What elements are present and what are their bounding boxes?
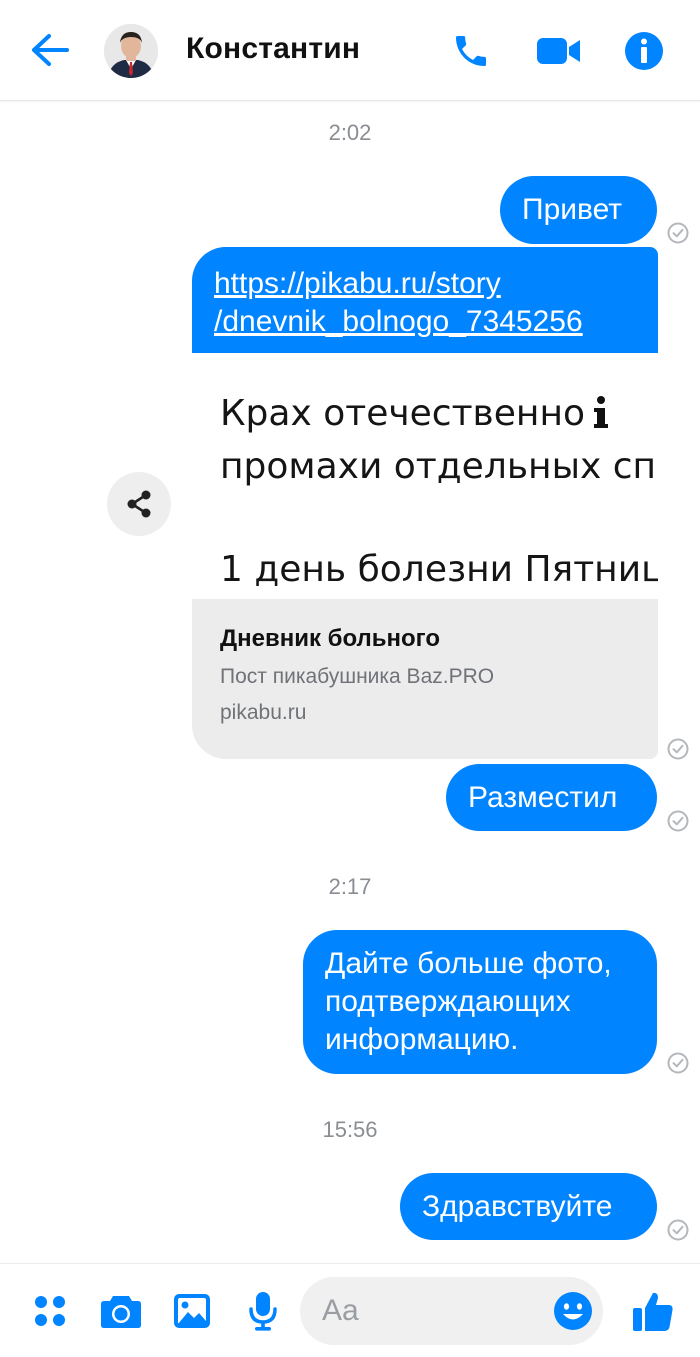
video-call-button[interactable] <box>534 26 584 76</box>
thumbs-up-icon <box>633 1292 673 1331</box>
message-text-line: информацию. <box>325 1023 519 1056</box>
chat-header: Константин <box>0 0 700 101</box>
message-bubble[interactable]: Привет <box>500 176 657 244</box>
image-icon <box>174 1294 210 1328</box>
arrow-left-icon <box>32 34 69 66</box>
message-text: Разместил <box>468 781 618 814</box>
phone-icon <box>456 36 486 66</box>
info-icon <box>625 32 663 70</box>
back-button[interactable] <box>26 28 74 72</box>
call-button[interactable] <box>446 26 496 76</box>
message-bubble[interactable]: Разместил <box>446 764 657 831</box>
sent-check-icon <box>667 1052 689 1074</box>
message-input-wrapper <box>300 1277 603 1345</box>
info-button[interactable] <box>619 26 669 76</box>
message-text-line: Дайте больше фото, <box>325 947 612 980</box>
like-button[interactable] <box>628 1286 678 1336</box>
message-text: Привет <box>522 193 623 226</box>
message-bubble[interactable]: Дайте больше фото, подтверждающих информ… <box>303 930 657 1074</box>
contact-name[interactable]: Константин <box>186 32 360 66</box>
message-composer <box>0 1263 700 1357</box>
microphone-icon <box>249 1292 277 1331</box>
message-bubble[interactable]: Здравствуйте <box>400 1173 657 1240</box>
sent-check-icon <box>667 810 689 832</box>
four-dots-icon <box>35 1296 65 1326</box>
message-text: Здравствуйте <box>422 1190 613 1223</box>
video-camera-icon <box>537 38 580 64</box>
sent-check-icon <box>667 222 689 244</box>
avatar-image <box>104 24 158 78</box>
timestamp: 2:17 <box>328 874 372 899</box>
link-description: Пост пикабушника Baz.PRO <box>220 665 495 688</box>
shared-link[interactable]: https://pikabu.ru/story /dnevnik_bolnogo… <box>192 247 658 353</box>
preview-text: промахи отдельных сп <box>220 446 657 487</box>
message-input[interactable] <box>322 1277 542 1345</box>
apps-button[interactable] <box>25 1286 75 1336</box>
gallery-button[interactable] <box>167 1286 217 1336</box>
camera-button[interactable] <box>96 1286 146 1336</box>
link-title: Дневник больного <box>220 625 441 652</box>
preview-text: 1 день болезни Пятниц <box>220 549 658 590</box>
link-domain: pikabu.ru <box>220 701 307 724</box>
share-button[interactable] <box>107 472 171 536</box>
link-preview-card[interactable]: https://pikabu.ru/story /dnevnik_bolnogo… <box>192 247 658 759</box>
camera-icon <box>101 1296 141 1328</box>
voice-button[interactable] <box>238 1286 288 1336</box>
link-preview-image: Крах отечественно промахи отдельных сп 1… <box>192 353 658 599</box>
sent-check-icon <box>667 738 689 760</box>
share-icon <box>127 490 151 518</box>
link-meta: Дневник больного Пост пикабушника Baz.PR… <box>192 599 658 725</box>
smiley-icon <box>554 1292 592 1330</box>
message-text-line: подтверждающих <box>325 985 571 1018</box>
timestamp: 15:56 <box>322 1117 378 1142</box>
link-line: https://pikabu.ru/story <box>214 267 501 300</box>
contact-avatar[interactable] <box>104 24 158 78</box>
sent-check-icon <box>667 1219 689 1241</box>
link-line: /dnevnik_bolnogo_7345256 <box>214 305 583 338</box>
timestamp: 2:02 <box>328 120 372 145</box>
message-list[interactable]: 2:02 Привет https://pikabu.ru/story /dne… <box>0 101 700 1263</box>
emoji-button[interactable] <box>553 1291 593 1331</box>
info-icon <box>588 393 614 433</box>
